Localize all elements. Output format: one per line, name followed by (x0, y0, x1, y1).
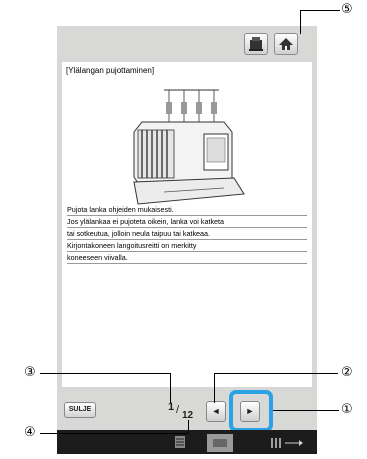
callout-line (188, 420, 189, 433)
page-separator: / (176, 404, 180, 416)
instruction-line: Kirjontakoneen langoitusreitti on merkit… (67, 241, 307, 252)
callout-line (40, 433, 188, 434)
close-button[interactable]: SULJE (64, 402, 96, 418)
callout-line (214, 373, 215, 403)
instruction-line: Pujota lanka ohjeiden mukaisesti. (67, 205, 307, 216)
previous-page-button[interactable]: ◄ (206, 401, 226, 422)
callout-line (170, 373, 171, 403)
instruction-line: Jos ylälankaa ei pujoteta oikein, lanka … (67, 217, 307, 228)
manual-page: [Ylälangan pujottaminen] Pujota lanka oh… (62, 62, 312, 387)
callout-4: ④ (24, 425, 36, 440)
callout-2: ② (341, 365, 353, 380)
callout-line (300, 10, 340, 11)
page-title: [Ylälangan pujottaminen] (66, 66, 155, 75)
callout-line (40, 373, 170, 374)
current-page: 1 (168, 401, 175, 413)
sewing-machine-icon (249, 37, 263, 51)
callout-5: ⑤ (341, 2, 353, 17)
callout-1: ① (341, 402, 353, 417)
instruction-line: koneeseen viivalla. (67, 253, 307, 264)
top-bar (57, 26, 317, 62)
embroidery-machine-illustration (133, 89, 245, 205)
callout-line (273, 410, 339, 411)
callout-line (214, 373, 338, 374)
callout-3: ③ (24, 365, 36, 380)
instruction-line: tai sotkeutua, jolloin neula taipuu tai … (67, 229, 307, 240)
machine-help-button[interactable] (244, 33, 268, 55)
left-arrow-icon: ◄ (211, 406, 221, 416)
home-button[interactable] (274, 33, 298, 55)
home-icon (279, 38, 293, 50)
next-button-highlight (229, 390, 273, 432)
callout-line (300, 10, 301, 34)
